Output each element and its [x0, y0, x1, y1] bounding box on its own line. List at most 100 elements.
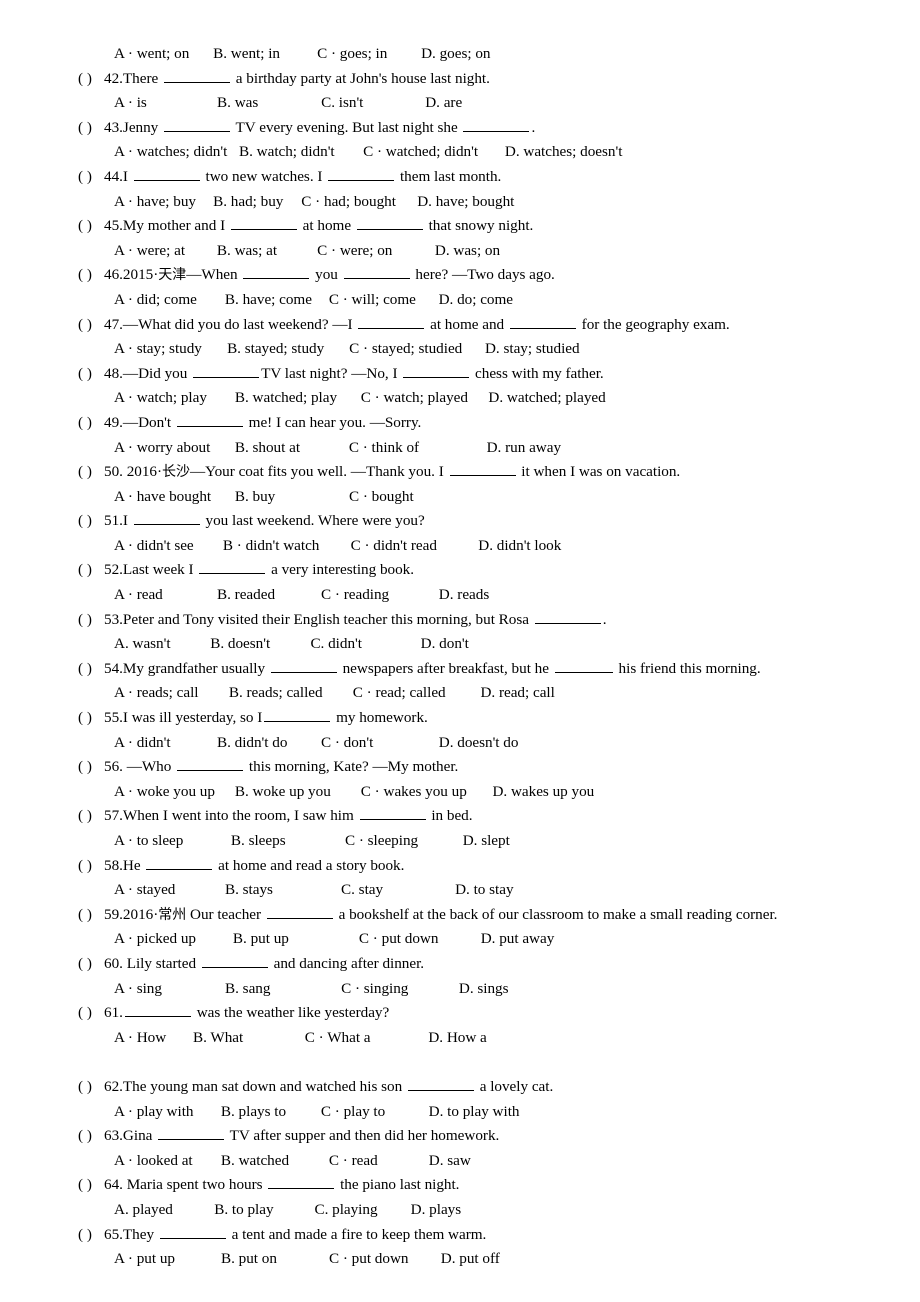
option-choice[interactable]: D. was; on: [435, 239, 500, 264]
option-choice[interactable]: C · watch; played: [361, 386, 468, 411]
option-choice[interactable]: B. plays to: [221, 1100, 286, 1125]
fill-in-blank[interactable]: [164, 118, 231, 132]
option-choice[interactable]: B. was; at: [217, 239, 277, 264]
option-choice[interactable]: D. read; call: [480, 681, 554, 706]
option-choice[interactable]: D. goes; on: [421, 42, 490, 67]
fill-in-blank[interactable]: [266, 905, 333, 919]
fill-in-blank[interactable]: [356, 216, 423, 231]
option-choice[interactable]: C · put down: [359, 927, 439, 952]
option-choice[interactable]: C · put down: [329, 1247, 409, 1272]
option-choice[interactable]: D. slept: [463, 829, 510, 854]
answer-bracket[interactable]: ( ): [78, 1173, 104, 1198]
option-choice[interactable]: C. stay: [341, 878, 383, 903]
answer-bracket[interactable]: ( ): [78, 1075, 104, 1100]
answer-bracket[interactable]: ( ): [78, 214, 104, 239]
option-choice[interactable]: B. woke up you: [235, 780, 331, 805]
option-choice[interactable]: D. watches; doesn't: [505, 140, 623, 165]
option-choice[interactable]: A · have bought: [114, 485, 211, 510]
fill-in-blank[interactable]: [230, 216, 297, 231]
answer-bracket[interactable]: ( ): [78, 460, 104, 485]
fill-in-blank[interactable]: [328, 167, 395, 181]
fill-in-blank[interactable]: [534, 610, 601, 624]
option-choice[interactable]: A. played: [114, 1198, 173, 1223]
option-choice[interactable]: A · worry about: [114, 436, 210, 461]
option-choice[interactable]: C · What a: [305, 1026, 371, 1051]
fill-in-blank[interactable]: [159, 1224, 226, 1239]
option-choice[interactable]: B. was: [217, 91, 258, 116]
option-choice[interactable]: C. isn't: [321, 91, 363, 116]
option-choice[interactable]: D. put off: [441, 1247, 500, 1272]
fill-in-blank[interactable]: [270, 659, 337, 673]
option-choice[interactable]: D. doesn't do: [439, 731, 519, 756]
fill-in-blank[interactable]: [243, 265, 310, 280]
fill-in-blank[interactable]: [176, 413, 243, 427]
option-choice[interactable]: B. went; in: [213, 42, 280, 67]
answer-bracket[interactable]: ( ): [78, 509, 104, 534]
option-choice[interactable]: A · were; at: [114, 239, 185, 264]
option-choice[interactable]: A · to sleep: [114, 829, 183, 854]
answer-bracket[interactable]: ( ): [78, 1124, 104, 1149]
option-choice[interactable]: C · stayed; studied: [349, 337, 462, 362]
option-choice[interactable]: A · stay; study: [114, 337, 202, 362]
option-choice[interactable]: A · stayed: [114, 878, 175, 903]
answer-bracket[interactable]: ( ): [78, 1223, 104, 1248]
option-choice[interactable]: D. have; bought: [417, 190, 514, 215]
answer-bracket[interactable]: ( ): [78, 67, 104, 92]
option-choice[interactable]: D. stay; studied: [485, 337, 580, 362]
option-choice[interactable]: D. didn't look: [478, 534, 561, 559]
option-choice[interactable]: B. put up: [233, 927, 289, 952]
option-choice[interactable]: D. reads: [439, 583, 489, 608]
answer-bracket[interactable]: ( ): [78, 903, 104, 928]
option-choice[interactable]: B. stayed; study: [227, 337, 324, 362]
option-choice[interactable]: A · put up: [114, 1247, 175, 1272]
option-choice[interactable]: C. playing: [314, 1198, 377, 1223]
option-choice[interactable]: B. put on: [221, 1247, 277, 1272]
fill-in-blank[interactable]: [403, 364, 470, 378]
option-choice[interactable]: B. readed: [217, 583, 275, 608]
fill-in-blank[interactable]: [449, 462, 516, 477]
fill-in-blank[interactable]: [146, 856, 213, 870]
fill-in-blank[interactable]: [359, 806, 426, 821]
fill-in-blank[interactable]: [193, 364, 260, 378]
answer-bracket[interactable]: ( ): [78, 313, 104, 338]
option-choice[interactable]: A · is: [114, 91, 147, 116]
option-choice[interactable]: B. to play: [214, 1198, 273, 1223]
option-choice[interactable]: C · sleeping: [345, 829, 418, 854]
option-choice[interactable]: C. didn't: [310, 632, 362, 657]
option-choice[interactable]: A · woke you up: [114, 780, 215, 805]
fill-in-blank[interactable]: [463, 118, 530, 132]
answer-bracket[interactable]: ( ): [78, 854, 104, 879]
fill-in-blank[interactable]: [133, 511, 200, 526]
option-choice[interactable]: C · were; on: [317, 239, 392, 264]
option-choice[interactable]: D. saw: [429, 1149, 471, 1174]
answer-bracket[interactable]: ( ): [78, 608, 104, 633]
option-choice[interactable]: C · don't: [321, 731, 373, 756]
answer-bracket[interactable]: ( ): [78, 952, 104, 977]
fill-in-blank[interactable]: [268, 1175, 335, 1190]
option-choice[interactable]: A · sing: [114, 977, 162, 1002]
option-choice[interactable]: C · think of: [349, 436, 419, 461]
answer-bracket[interactable]: ( ): [78, 755, 104, 780]
fill-in-blank[interactable]: [264, 708, 331, 723]
option-choice[interactable]: A · watch; play: [114, 386, 207, 411]
option-choice[interactable]: D. run away: [487, 436, 561, 461]
fill-in-blank[interactable]: [133, 167, 200, 181]
option-choice[interactable]: A · have; buy: [114, 190, 196, 215]
option-choice[interactable]: A · reads; call: [114, 681, 198, 706]
fill-in-blank[interactable]: [358, 314, 425, 329]
option-choice[interactable]: B. sleeps: [231, 829, 286, 854]
fill-in-blank[interactable]: [177, 757, 244, 772]
option-choice[interactable]: D. to stay: [455, 878, 513, 903]
option-choice[interactable]: A · didn't see: [114, 534, 194, 559]
fill-in-blank[interactable]: [158, 1126, 225, 1141]
option-choice[interactable]: C · read; called: [353, 681, 446, 706]
option-choice[interactable]: B. didn't do: [217, 731, 287, 756]
option-choice[interactable]: C · reading: [321, 583, 389, 608]
option-choice[interactable]: C · bought: [349, 485, 414, 510]
fill-in-blank[interactable]: [509, 314, 576, 329]
option-choice[interactable]: A · looked at: [114, 1149, 193, 1174]
option-choice[interactable]: C · watched; didn't: [363, 140, 478, 165]
option-choice[interactable]: B. had; buy: [213, 190, 283, 215]
option-choice[interactable]: B. have; come: [225, 288, 312, 313]
answer-bracket[interactable]: ( ): [78, 362, 104, 387]
